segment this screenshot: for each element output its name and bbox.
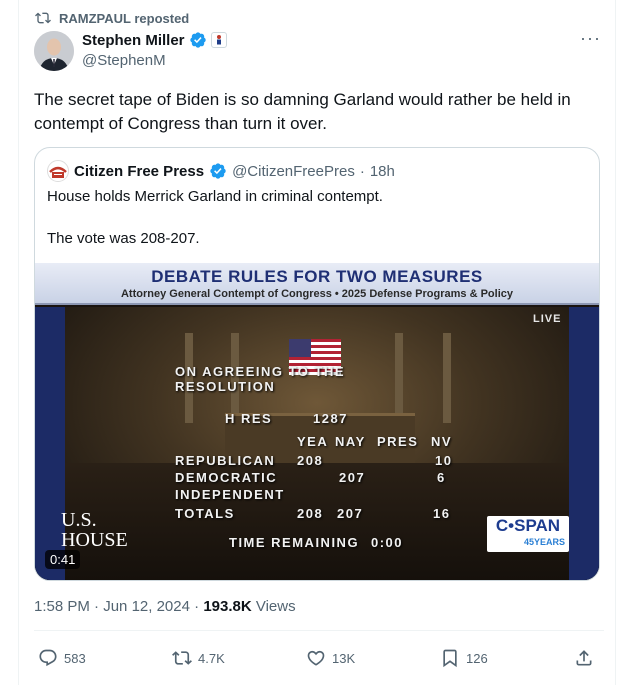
bookmark-count: 126	[466, 650, 488, 666]
row-democratic-nay: 207	[339, 470, 366, 485]
video-banner: DEBATE RULES FOR TWO MEASURES Attorney G…	[35, 263, 599, 305]
quote-text-line-1: House holds Merrick Garland in criminal …	[47, 188, 383, 205]
repost-indicator[interactable]: RAMZPAUL reposted	[35, 10, 189, 26]
reply-count: 583	[64, 650, 86, 666]
quoted-tweet[interactable]: Citizen Free Press @CitizenFreePres · 18…	[34, 147, 600, 581]
action-bar: 583 4.7K 13K 126	[38, 648, 598, 670]
reply-icon	[39, 649, 57, 667]
newspaper-logo-icon	[47, 160, 69, 182]
quote-author-handle[interactable]: @CitizenFreePres	[232, 163, 355, 180]
row-label-independent: INDEPENDENT	[175, 487, 285, 502]
us-house-logo: U.S. HOUSE	[61, 510, 128, 550]
video-side-panel-right	[569, 307, 599, 580]
chamber-column	[395, 333, 403, 423]
row-republican-nv: 10	[435, 453, 453, 468]
share-button[interactable]	[574, 648, 594, 668]
column-pres: PRES	[377, 434, 419, 449]
quote-separator: ·	[359, 162, 365, 180]
live-indicator: LIVE	[533, 313, 562, 325]
time-remaining-value: 0:00	[371, 535, 404, 550]
heart-icon	[307, 650, 325, 666]
meta-separator: ·	[194, 598, 200, 615]
h-res-number: 1287	[313, 411, 348, 426]
vote-title-line-2: RESOLUTION	[175, 379, 276, 394]
tweet-date[interactable]: Jun 12, 2024	[103, 598, 190, 615]
chamber-column	[443, 333, 451, 423]
quote-avatar[interactable]	[47, 160, 69, 182]
reply-button[interactable]: 583	[38, 648, 86, 668]
column-nay: NAY	[335, 434, 366, 449]
share-icon	[576, 650, 592, 666]
quote-text-line-2: The vote was 208-207.	[47, 230, 200, 247]
verified-badge-icon[interactable]	[189, 31, 207, 49]
repost-count: 4.7K	[198, 650, 225, 666]
column-nv: NV	[431, 434, 453, 449]
tweet-metadata: 1:58 PM · Jun 12, 2024 · 193.8K Views	[34, 598, 296, 615]
video-player[interactable]: DEBATE RULES FOR TWO MEASURES Attorney G…	[35, 263, 599, 580]
quote-author-name[interactable]: Citizen Free Press	[74, 163, 204, 180]
like-button[interactable]: 13K	[306, 648, 355, 668]
like-count: 13K	[332, 650, 356, 666]
tweet-text: The secret tape of Biden is so damning G…	[34, 90, 571, 133]
cspan-logo-subtext: 45YEARS	[523, 537, 565, 547]
row-label-totals: TOTALS	[175, 506, 235, 521]
time-remaining-label: TIME REMAINING	[229, 535, 360, 550]
repost-icon	[35, 12, 51, 24]
h-res-label: H RES	[225, 411, 273, 426]
views-count: 193.8K	[203, 598, 252, 615]
video-duration: 0:41	[45, 550, 81, 569]
us-house-logo-line-1: U.S.	[61, 509, 97, 531]
row-label-democratic: DEMOCRATIC	[175, 470, 278, 485]
repost-label: RAMZPAUL reposted	[59, 10, 190, 26]
row-totals-nay: 207	[337, 506, 364, 521]
bookmark-button[interactable]: 126	[440, 648, 488, 668]
row-totals-yea: 208	[297, 506, 324, 521]
author-name[interactable]: Stephen Miller	[82, 32, 185, 49]
row-totals-nv: 16	[433, 506, 451, 521]
avatar-image	[34, 31, 74, 71]
repost-icon	[172, 651, 192, 665]
vote-title-line-1: ON AGREEING TO THE	[175, 364, 346, 379]
row-democratic-nv: 6	[437, 470, 446, 485]
affiliation-badge-icon[interactable]	[210, 32, 227, 48]
views-label: Views	[255, 598, 296, 615]
us-house-logo-line-2: HOUSE	[61, 529, 128, 551]
tweet-time[interactable]: 1:58 PM	[34, 598, 90, 615]
cspan-logo-text: C•SPAN	[495, 516, 561, 535]
bookmark-icon	[443, 649, 457, 668]
quote-verified-badge-icon[interactable]	[209, 162, 227, 180]
avatar[interactable]	[34, 31, 74, 71]
repost-button[interactable]: 4.7K	[172, 648, 225, 668]
meta-separator: ·	[94, 598, 100, 615]
quote-timestamp[interactable]: 18h	[370, 163, 395, 180]
cspan-logo: C•SPAN 45YEARS	[487, 516, 569, 552]
row-republican-yea: 208	[297, 453, 324, 468]
row-label-republican: REPUBLICAN	[175, 453, 276, 468]
divider	[34, 630, 604, 631]
banner-title: DEBATE RULES FOR TWO MEASURES	[151, 267, 483, 286]
author-handle[interactable]: @StephenM	[82, 52, 166, 69]
column-yea: YEA	[297, 434, 329, 449]
banner-subtitle: Attorney General Contempt of Congress • …	[120, 288, 513, 300]
more-options-icon[interactable]: ···	[580, 29, 601, 47]
